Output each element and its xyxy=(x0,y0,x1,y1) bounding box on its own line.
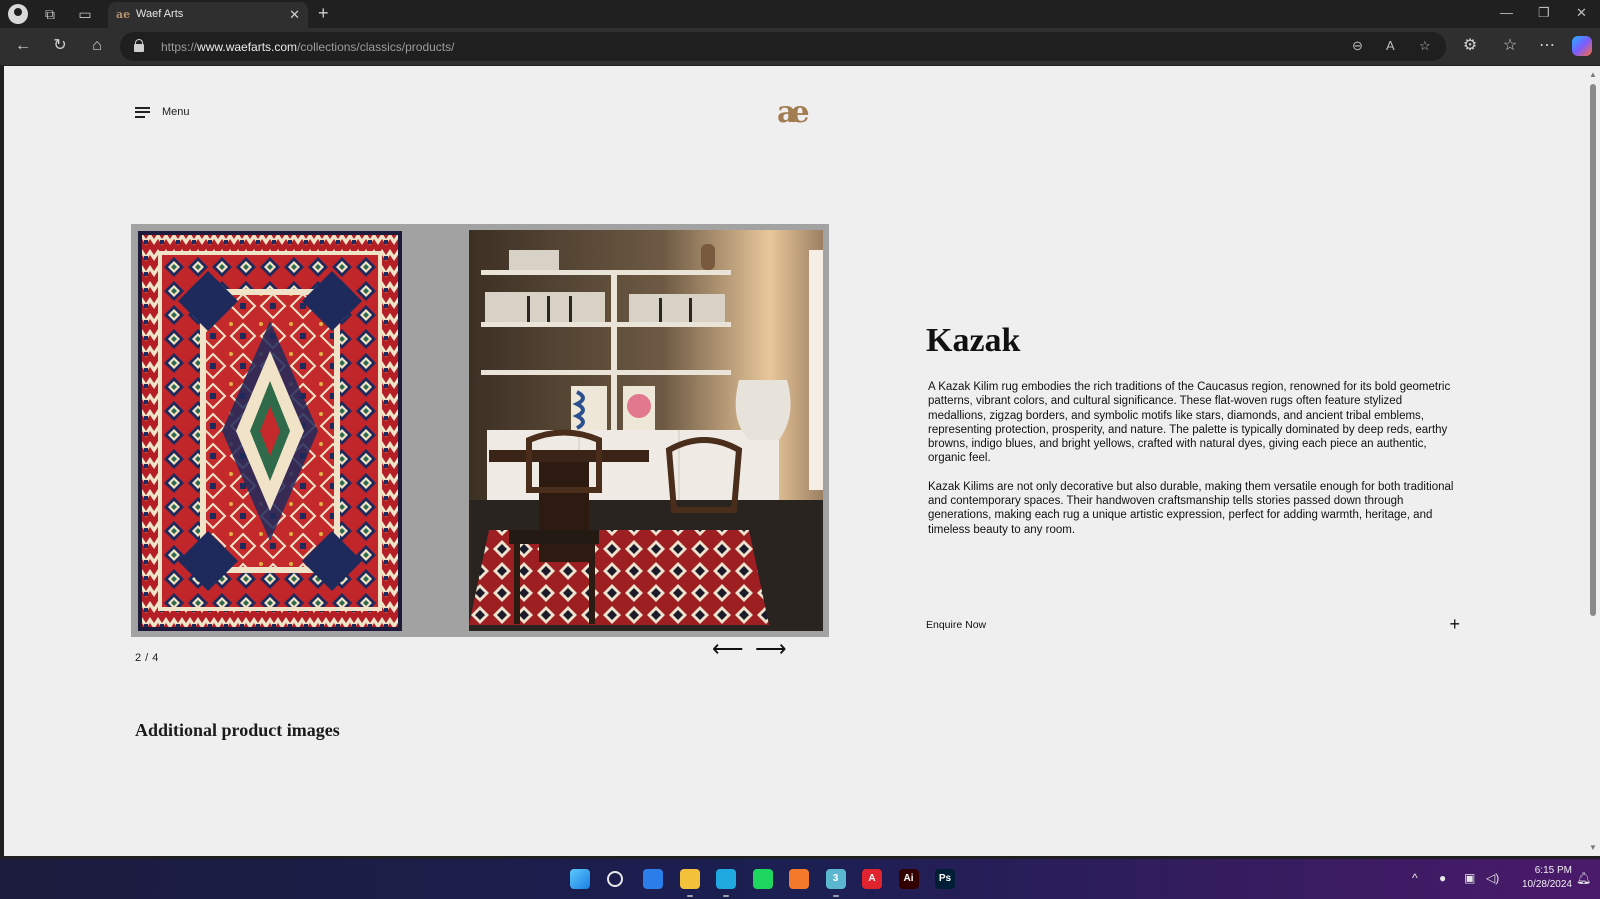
plus-icon[interactable]: + xyxy=(318,4,329,22)
notification-icon[interactable]: 🔔︎ xyxy=(1576,871,1591,885)
restore-icon[interactable]: ❐ xyxy=(1538,5,1550,21)
workspaces-icon[interactable]: ⧉ xyxy=(42,6,58,22)
profile-icon[interactable] xyxy=(8,4,28,24)
refresh-icon[interactable]: ↻ xyxy=(51,37,69,55)
running-indicator xyxy=(723,895,729,897)
photoshop-icon[interactable]: Ps xyxy=(935,869,955,889)
windows-taskbar: 3 A Ai Ps ^ ● ▣ ◁) 6:15 PM 10/28/2024 🔔︎ xyxy=(0,859,1600,899)
clock-time: 6:15 PM xyxy=(1534,865,1572,876)
tab-actions-icon[interactable]: ▭ xyxy=(77,6,93,22)
running-indicator xyxy=(686,895,693,897)
running-indicator xyxy=(832,895,839,897)
browser-tab[interactable]: ae Waef Arts ✕ xyxy=(108,2,308,28)
spotify-icon[interactable] xyxy=(752,869,773,889)
enquire-label: Enquire Now xyxy=(926,619,987,631)
extensions-icon[interactable]: ⚙ xyxy=(1461,37,1479,55)
scroll-down-icon[interactable]: ▼ xyxy=(1589,843,1597,852)
rug-illustration xyxy=(138,231,402,631)
menu-button[interactable]: Menu xyxy=(135,103,190,121)
browser-tab-bar: ⧉ ▭ ae Waef Arts ✕ + — ❐ ✕ xyxy=(0,0,1600,28)
browser-toolbar: ← ↻ ⌂ https://www.waefarts.com/collectio… xyxy=(0,28,1600,65)
web-page: Menu ae 2 / 4 ⟵ ⟶ Kazak A Kazak Kilim ru… xyxy=(4,66,1586,856)
page-scrollbar[interactable]: ▲ ▼ xyxy=(1586,66,1600,856)
hamburger-icon xyxy=(135,106,150,118)
edge-icon[interactable] xyxy=(716,869,736,889)
file-explorer-icon[interactable] xyxy=(679,869,700,889)
app-3-icon[interactable]: 3 xyxy=(825,869,846,889)
star-icon[interactable]: ☆ xyxy=(1419,38,1431,54)
read-aloud-icon[interactable]: A xyxy=(1386,38,1395,53)
lock-icon[interactable] xyxy=(134,39,144,52)
tab-title: Waef Arts xyxy=(136,8,184,20)
more-icon[interactable]: ⋯ xyxy=(1538,37,1556,55)
brand-logo[interactable]: ae xyxy=(777,96,817,130)
search-icon[interactable] xyxy=(606,871,623,887)
illustrator-icon[interactable]: Ai xyxy=(898,869,919,889)
address-bar[interactable]: https://www.waefarts.com/collections/cla… xyxy=(120,32,1446,61)
copilot-icon[interactable] xyxy=(1572,36,1592,56)
slide-counter: 2 / 4 xyxy=(135,652,159,664)
zoom-out-icon[interactable]: ⊖ xyxy=(1352,38,1363,54)
chevron-up-icon[interactable]: ^ xyxy=(1412,871,1418,885)
start-icon[interactable] xyxy=(570,869,590,889)
menu-label: Menu xyxy=(162,106,190,118)
scroll-up-icon[interactable]: ▲ xyxy=(1589,70,1597,79)
acrobat-icon[interactable]: A xyxy=(862,869,882,889)
description-paragraph: A Kazak Kilim rug embodies the rich trad… xyxy=(928,381,1451,465)
product-title: Kazak xyxy=(926,322,1021,359)
volume-icon[interactable]: ◁) xyxy=(1486,871,1499,885)
favicon-icon: ae xyxy=(116,8,131,21)
close-icon[interactable]: ✕ xyxy=(289,7,300,23)
minimize-icon[interactable]: — xyxy=(1500,5,1513,20)
product-description: A Kazak Kilim rug embodies the rich trad… xyxy=(928,380,1458,537)
prev-arrow-icon[interactable]: ⟵ xyxy=(712,638,744,660)
home-icon[interactable]: ⌂ xyxy=(88,37,106,55)
blender-icon[interactable] xyxy=(789,869,809,889)
mail-icon[interactable] xyxy=(643,869,663,889)
scroll-thumb[interactable] xyxy=(1590,84,1596,616)
back-arrow-icon[interactable]: ← xyxy=(14,37,32,55)
window-close-icon[interactable]: ✕ xyxy=(1576,5,1587,21)
additional-images-heading: Additional product images xyxy=(135,720,340,740)
room-scene-image xyxy=(469,230,823,631)
description-paragraph: Kazak Kilims are not only decorative but… xyxy=(928,480,1454,536)
microphone-icon[interactable]: ● xyxy=(1439,871,1446,885)
enquire-now-button[interactable]: Enquire Now + xyxy=(926,614,1460,635)
clock-date: 10/28/2024 xyxy=(1521,879,1572,890)
next-arrow-icon[interactable]: ⟶ xyxy=(755,638,787,660)
network-icon[interactable]: ▣ xyxy=(1464,871,1475,885)
favorites-icon[interactable]: ☆ xyxy=(1501,37,1519,55)
system-clock[interactable]: 6:15 PM 10/28/2024 xyxy=(1514,864,1572,892)
product-image-slider xyxy=(131,224,829,637)
room-illustration xyxy=(469,230,823,631)
url-text: https://www.waefarts.com/collections/cla… xyxy=(161,40,455,54)
rug-image xyxy=(138,231,402,631)
plus-icon: + xyxy=(1449,614,1460,634)
